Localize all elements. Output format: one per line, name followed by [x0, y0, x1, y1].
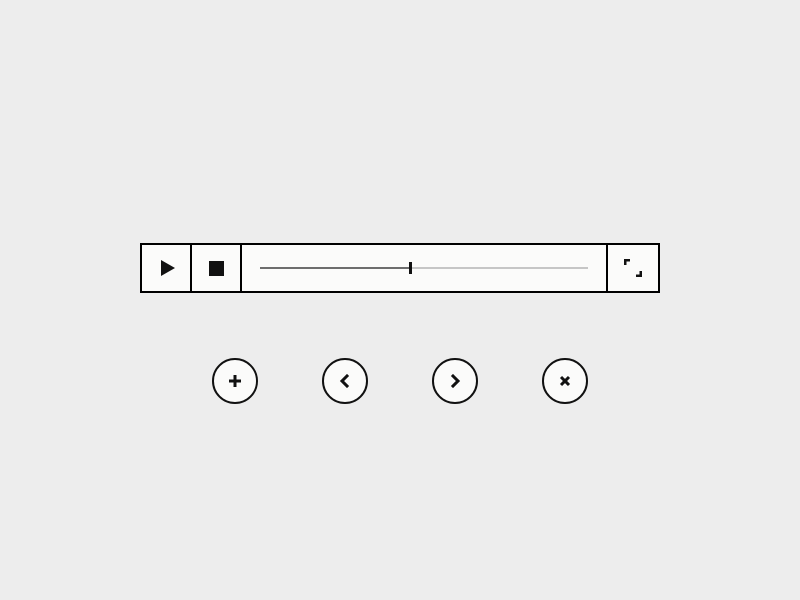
close-icon	[558, 374, 572, 388]
fullscreen-button[interactable]	[608, 245, 658, 291]
prev-button[interactable]	[322, 358, 368, 404]
play-icon	[161, 260, 175, 276]
stop-button[interactable]	[192, 245, 242, 291]
stop-icon	[209, 261, 224, 276]
seek-slider[interactable]	[242, 245, 608, 291]
next-button[interactable]	[432, 358, 478, 404]
seek-track-remain	[411, 267, 588, 269]
plus-icon	[227, 373, 243, 389]
chevron-left-icon	[338, 374, 352, 388]
media-player-bar	[140, 243, 660, 293]
ui-kit-sample	[0, 0, 800, 600]
seek-thumb[interactable]	[409, 262, 412, 274]
close-button[interactable]	[542, 358, 588, 404]
chevron-right-icon	[448, 374, 462, 388]
seek-track	[260, 267, 588, 269]
add-button[interactable]	[212, 358, 258, 404]
play-button[interactable]	[142, 245, 192, 291]
seek-progress	[260, 267, 411, 269]
circle-button-row	[0, 358, 800, 404]
fullscreen-icon	[624, 259, 642, 277]
